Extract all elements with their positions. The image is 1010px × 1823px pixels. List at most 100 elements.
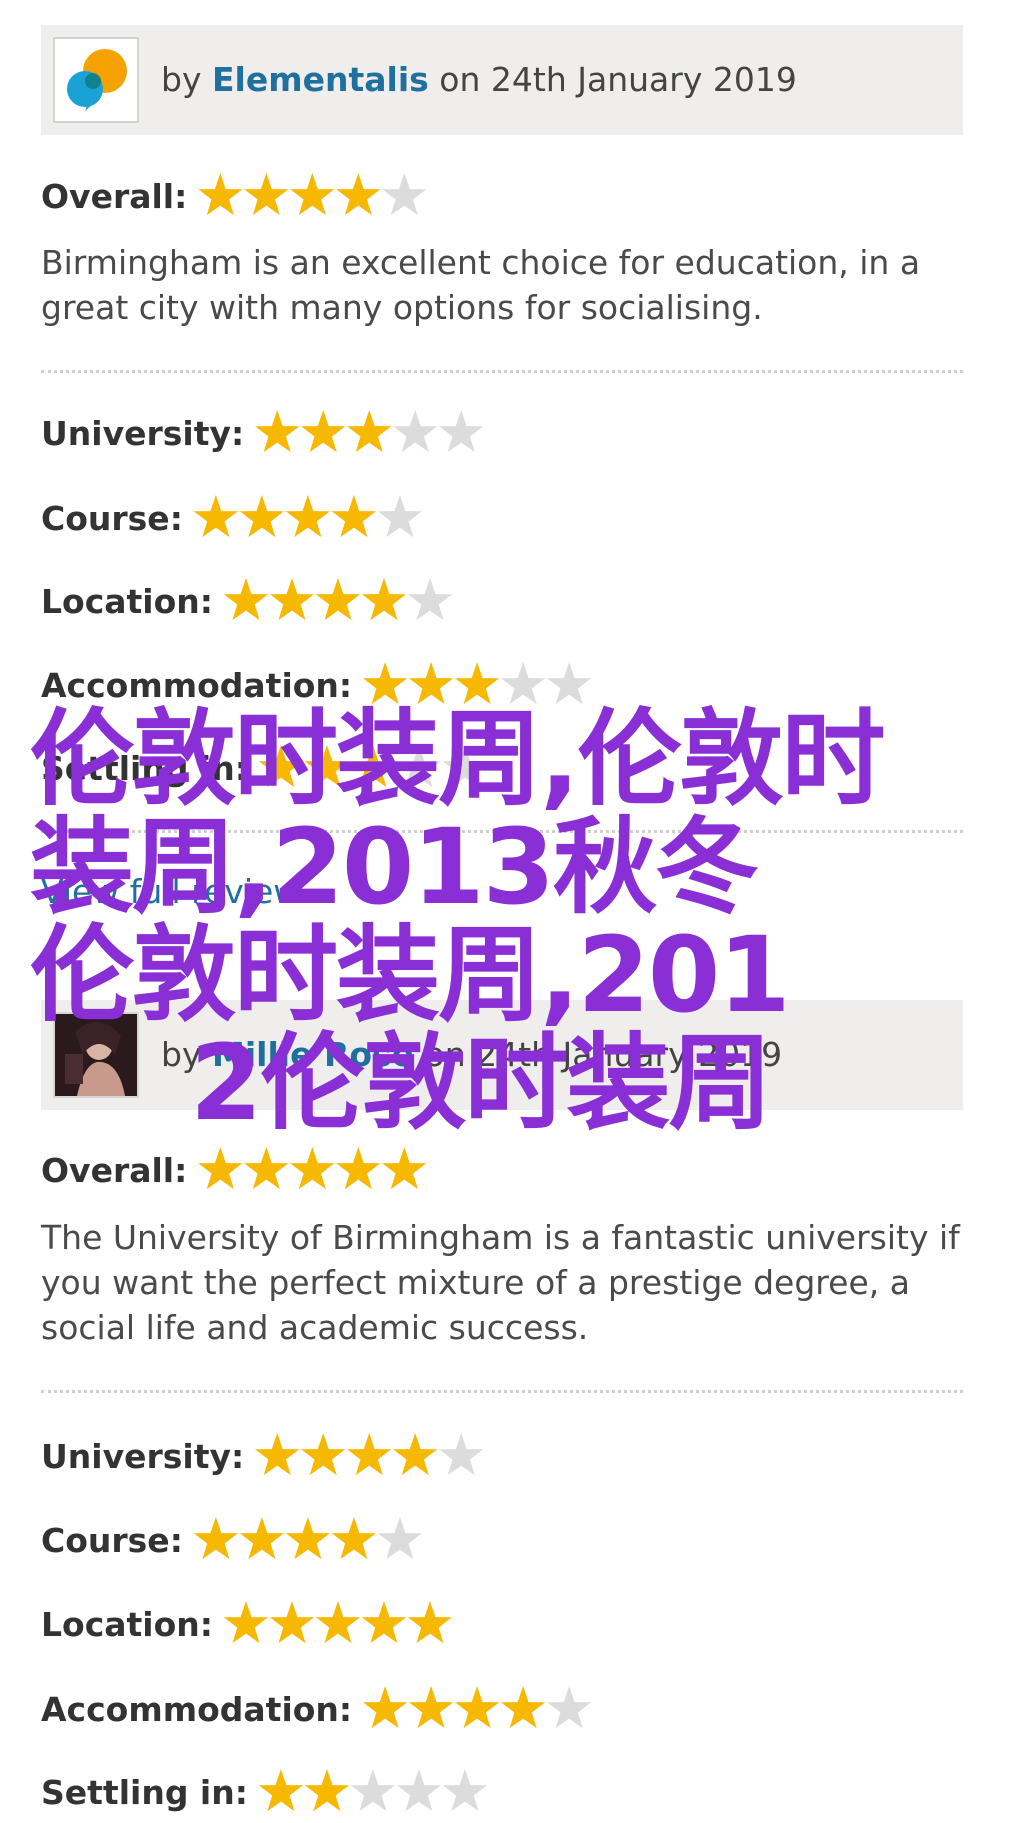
star-filled-icon — [336, 1147, 381, 1190]
star-filled-icon — [455, 1686, 500, 1729]
star-empty-icon — [407, 578, 453, 621]
star-filled-icon — [255, 1433, 300, 1476]
rating-label: Course — [41, 499, 183, 538]
rating-label: Location — [41, 582, 213, 621]
view-full-review-link[interactable]: View full review — [41, 872, 300, 911]
star-filled-icon — [304, 1769, 350, 1812]
star-filled-icon — [269, 1601, 315, 1644]
star-empty-icon — [393, 410, 438, 453]
star-filled-icon — [382, 1147, 427, 1190]
byline-on: on — [424, 1035, 466, 1074]
rating-label: Settling in — [41, 1773, 248, 1812]
star-empty-icon — [439, 1433, 484, 1476]
star-empty-icon — [547, 1686, 592, 1729]
divider — [41, 370, 963, 373]
star-filled-icon — [198, 173, 243, 216]
star-filled-icon — [336, 173, 381, 216]
star-rating — [258, 1769, 488, 1815]
rating-settling-in: Settling in — [41, 740, 488, 796]
star-filled-icon — [269, 578, 315, 621]
star-filled-icon — [331, 1517, 376, 1560]
rating-location: Location — [41, 1596, 453, 1652]
divider — [41, 1390, 963, 1393]
star-filled-icon — [315, 578, 361, 621]
star-empty-icon — [382, 173, 427, 216]
author-link[interactable]: Millie Rose — [212, 1035, 414, 1074]
star-empty-icon — [439, 410, 484, 453]
star-filled-icon — [409, 1686, 454, 1729]
avatar[interactable] — [53, 37, 139, 123]
star-empty-icon — [396, 1769, 442, 1812]
review-comment: Birmingham is an excellent choice for ed… — [41, 243, 921, 327]
star-filled-icon — [363, 662, 408, 705]
review-comment: The University of Birmingham is a fantas… — [41, 1218, 960, 1347]
rating-course: Course — [41, 1512, 423, 1568]
rating-location: Location — [41, 573, 453, 629]
rating-label: Accommodation — [41, 666, 352, 705]
reviews-page: by Elementalis on 24th January 2019 Over… — [0, 0, 1010, 1823]
star-empty-icon — [396, 745, 442, 788]
star-rating — [362, 1686, 592, 1732]
star-filled-icon — [331, 495, 376, 538]
rating-label: Overall — [41, 177, 187, 216]
star-filled-icon — [455, 662, 500, 705]
rating-label: University — [41, 1437, 244, 1476]
review-date: 24th January 2019 — [490, 60, 797, 99]
star-filled-icon — [198, 1147, 243, 1190]
byline-on: on — [439, 60, 481, 99]
star-filled-icon — [193, 495, 238, 538]
rating-label: Settling in — [41, 749, 248, 788]
star-filled-icon — [244, 173, 289, 216]
rating-accommodation: Accommodation — [41, 657, 592, 713]
star-rating — [193, 1517, 423, 1563]
star-rating — [258, 745, 488, 791]
star-rating — [223, 1601, 453, 1647]
star-empty-icon — [377, 1517, 422, 1560]
rating-label: Course — [41, 1521, 183, 1560]
star-filled-icon — [290, 173, 335, 216]
star-rating — [223, 578, 453, 624]
star-filled-icon — [239, 495, 284, 538]
star-rating — [362, 662, 592, 708]
review-byline: by Elementalis on 24th January 2019 — [161, 25, 797, 135]
avatar[interactable] — [53, 1012, 139, 1098]
star-empty-icon — [547, 662, 592, 705]
rating-accommodation: Accommodation — [41, 1681, 592, 1737]
rating-label: Accommodation — [41, 1690, 352, 1729]
star-filled-icon — [223, 1601, 269, 1644]
star-filled-icon — [258, 1769, 304, 1812]
user-photo-avatar-icon — [55, 1014, 137, 1096]
review-header: by Elementalis on 24th January 2019 — [41, 25, 963, 135]
divider — [41, 830, 963, 833]
star-filled-icon — [347, 1433, 392, 1476]
author-link[interactable]: Elementalis — [212, 60, 429, 99]
star-rating — [254, 1433, 484, 1479]
byline-by: by — [161, 1035, 202, 1074]
star-filled-icon — [193, 1517, 238, 1560]
star-filled-icon — [501, 1686, 546, 1729]
star-filled-icon — [347, 410, 392, 453]
star-empty-icon — [377, 495, 422, 538]
star-filled-icon — [285, 1517, 330, 1560]
star-empty-icon — [501, 662, 546, 705]
star-filled-icon — [407, 1601, 453, 1644]
rating-overall: Overall — [41, 168, 427, 224]
star-filled-icon — [363, 1686, 408, 1729]
rating-university: University — [41, 405, 484, 461]
star-filled-icon — [290, 1147, 335, 1190]
star-filled-icon — [244, 1147, 289, 1190]
blue-orange-bubble-logo-icon — [67, 49, 127, 111]
star-filled-icon — [223, 578, 269, 621]
star-rating — [254, 410, 484, 456]
star-empty-icon — [442, 1769, 488, 1812]
rating-label: Overall — [41, 1151, 187, 1190]
star-filled-icon — [255, 410, 300, 453]
rating-label: University — [41, 414, 244, 453]
byline-by: by — [161, 60, 202, 99]
review-header: by Millie Rose on 24th January 2019 — [41, 1000, 963, 1110]
rating-course: Course — [41, 490, 423, 546]
star-rating — [197, 1147, 427, 1193]
review-byline: by Millie Rose on 24th January 2019 — [161, 1000, 782, 1110]
star-filled-icon — [304, 745, 350, 788]
star-filled-icon — [239, 1517, 284, 1560]
